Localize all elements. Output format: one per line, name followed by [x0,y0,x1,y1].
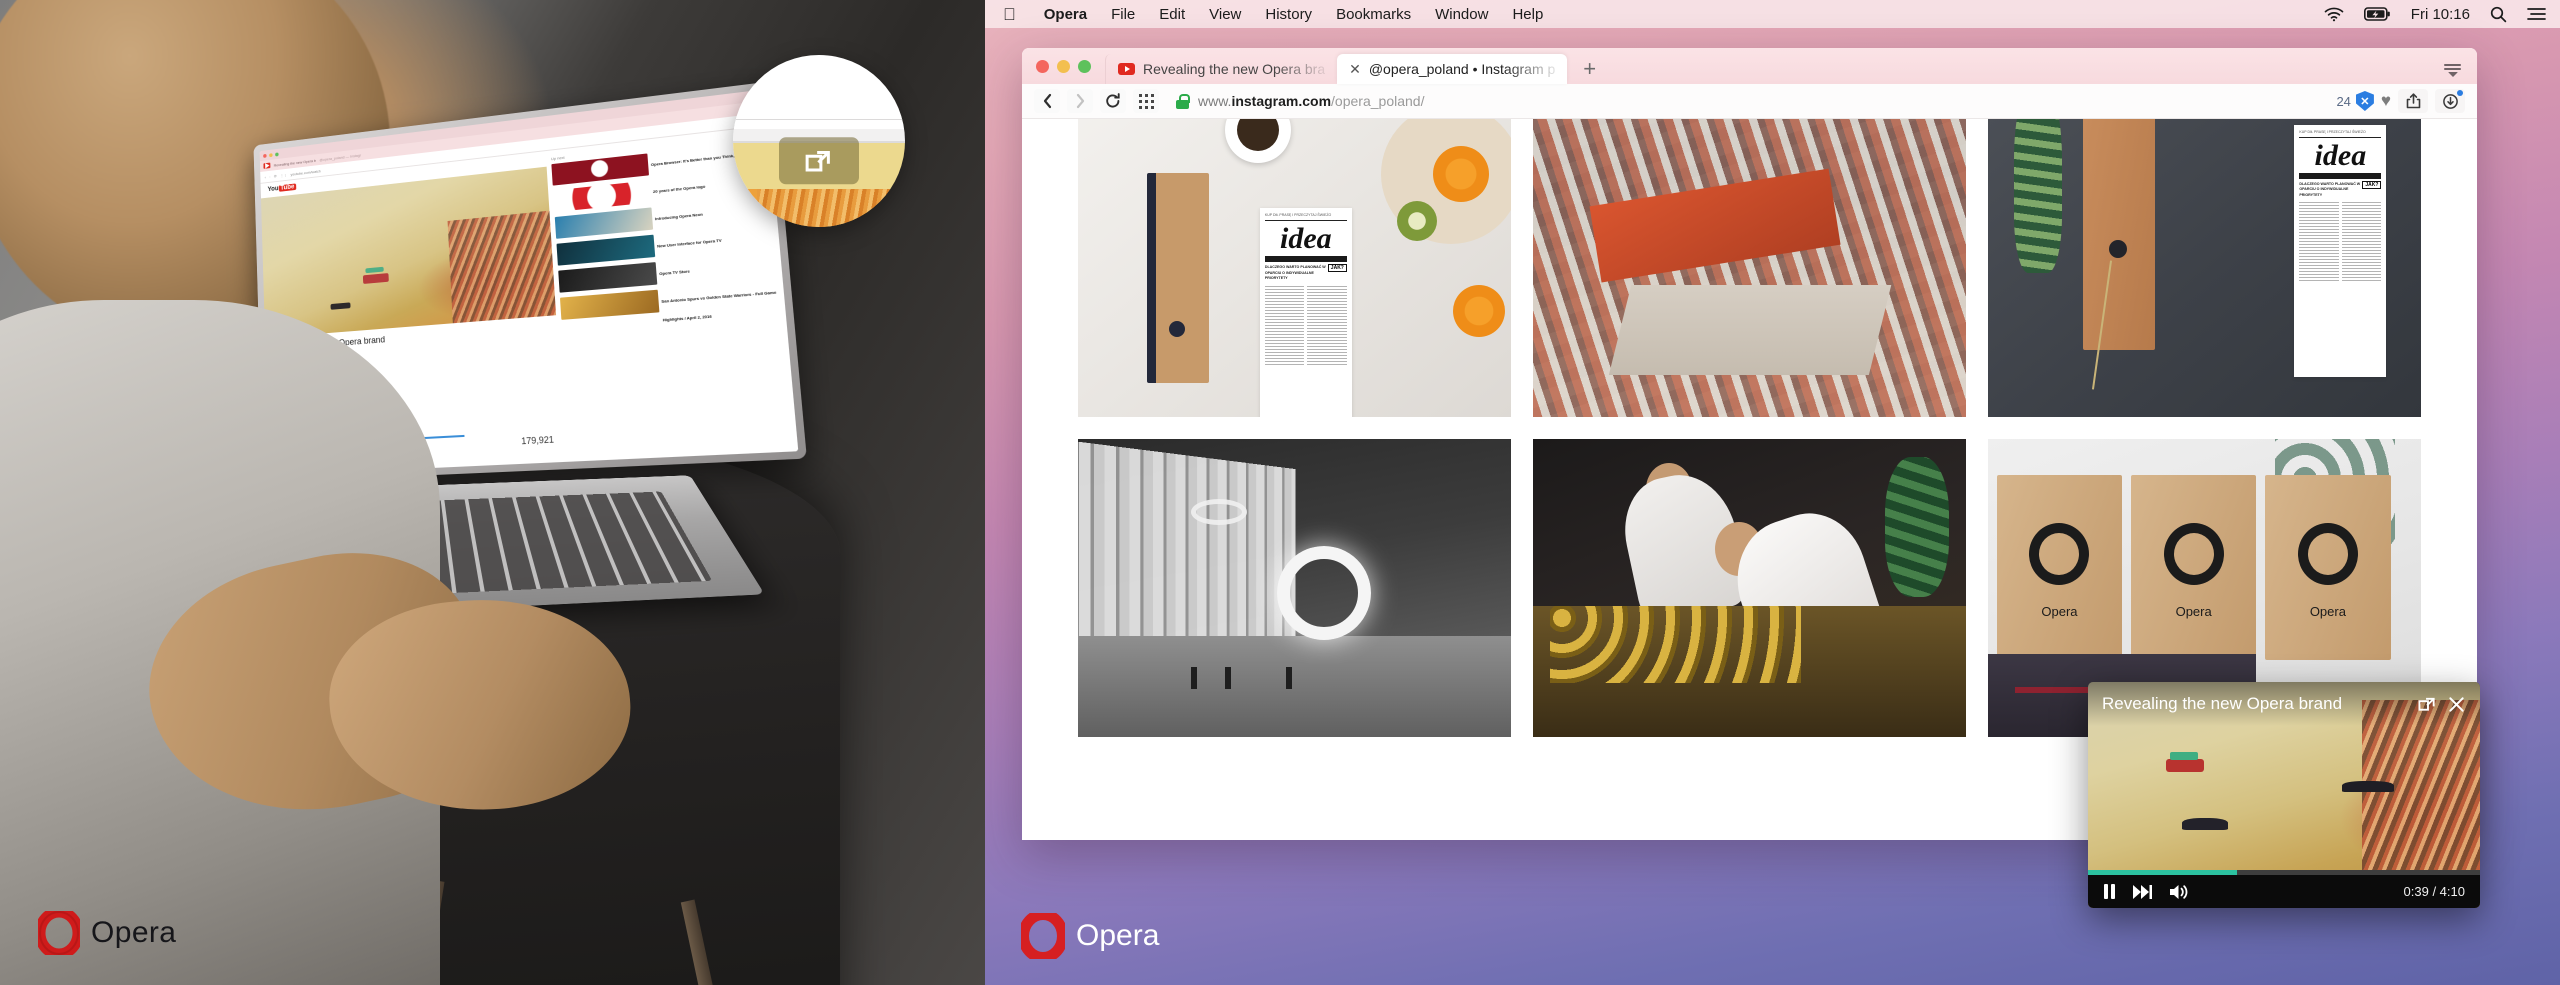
menu-bar:  Opera File Edit View History Bookmarks… [985,0,2560,28]
speed-dial-grid-icon[interactable] [1133,89,1159,113]
tab-youtube[interactable]: Revealing the new Opera bra [1105,54,1337,84]
maximize-window-button[interactable] [1078,60,1091,73]
grid-photo-night-building-opera-logo[interactable] [1078,439,1511,737]
back-button[interactable] [1034,89,1060,113]
browser-toolbar: www.instagram.com/opera_poland/ 24 ✕ ♥ [1022,84,2477,119]
tab-strip: Revealing the new Opera bra ✕ @opera_pol… [1022,48,2477,84]
download-button[interactable] [2435,89,2465,113]
lock-icon [1176,94,1189,109]
newspaper-idea: KUP DIŁ PRASĘ I PRZECZYTAJ ŚWIEŻO idea J… [2294,125,2386,377]
laptop-view-count: 179,921 [521,434,554,446]
menu-item-opera[interactable]: Opera [1044,6,1087,23]
tab-menu-icon[interactable] [2444,64,2461,77]
control-center-list-icon[interactable] [2527,7,2546,21]
youtube-icon [1118,63,1135,75]
grid-photo-aerial-wroclaw-market-square[interactable] [1533,119,1966,417]
instagram-photo-grid: KUP DIŁ PRASĘ I PRZECZYTAJ ŚWIEŻO idea J… [1078,119,2421,737]
reload-button[interactable] [1100,89,1126,113]
share-button[interactable] [2398,89,2428,113]
youtube-logo: YouTube [268,183,297,193]
next-track-icon[interactable] [2133,885,2152,899]
grid-photo-chefs-preparing-food[interactable] [1533,439,1966,737]
adblock-counter[interactable]: 24 ✕ [2336,91,2373,111]
window-traffic-lights [1036,48,1105,84]
video-popup-header: Revealing the new Opera brand [2088,682,2480,726]
popout-icon[interactable] [2418,695,2437,714]
tab-instagram[interactable]: ✕ @opera_poland • Instagram p [1337,54,1567,84]
laptop-photograph: Revealing the new Opera b @opera_poland … [0,0,985,985]
laptop-video-player [261,167,556,338]
minimize-window-button[interactable] [1057,60,1070,73]
heart-icon[interactable]: ♥ [2381,91,2391,111]
menu-item-help[interactable]: Help [1512,6,1543,23]
magnifier-callout [733,55,905,227]
tab-title: @opera_poland • Instagram p [1369,61,1555,77]
tab-title: Revealing the new Opera bra [1143,61,1325,77]
shield-x-icon: ✕ [2356,91,2374,111]
video-timecode: 0:39 / 4:10 [2404,884,2465,899]
laptop-url: youtube.com/watch [290,168,320,176]
opera-brand-lockup-desktop: Opera [1021,913,1159,959]
opera-logo [1021,913,1065,959]
close-window-button[interactable] [1036,60,1049,73]
close-icon[interactable] [2447,695,2466,714]
forward-button[interactable] [1067,89,1093,113]
video-controls: 0:39 / 4:10 [2088,875,2480,908]
menu-item-bookmarks[interactable]: Bookmarks [1336,6,1411,23]
volume-icon[interactable] [2169,884,2188,900]
close-icon[interactable]: ✕ [1349,61,1361,78]
apple-logo-icon[interactable]:  [1003,6,1016,23]
url-text: www.instagram.com/opera_poland/ [1198,93,1424,109]
menu-item-file[interactable]: File [1111,6,1135,23]
video-popout-player[interactable]: Revealing the new Opera brand [2088,682,2480,908]
opera-brand-lockup-photo: Opera [38,911,176,955]
search-icon[interactable] [2490,6,2507,23]
new-tab-button[interactable]: + [1567,54,1612,84]
grid-photo-dark-flatlay-notebook-idea[interactable]: KUP DIŁ PRASĘ I PRZECZYTAJ ŚWIEŻO idea J… [1988,119,2421,417]
menu-item-window[interactable]: Window [1435,6,1488,23]
video-title: Revealing the new Opera brand [2102,694,2408,714]
download-badge [2457,90,2463,96]
adblock-count: 24 [2336,94,2350,109]
battery-charging-icon[interactable] [2364,7,2391,21]
macos-desktop:  Opera File Edit View History Bookmarks… [985,0,2560,985]
address-bar[interactable]: www.instagram.com/opera_poland/ [1166,89,2329,113]
popout-video-icon [779,137,859,184]
wifi-icon[interactable] [2324,7,2344,22]
opera-wordmark: Opera [91,916,176,950]
menubar-clock[interactable]: Fri 10:16 [2411,6,2470,23]
newspaper-idea: KUP DIŁ PRASĘ I PRZECZYTAJ ŚWIEŻO idea J… [1260,208,1352,417]
opera-wordmark: Opera [1076,919,1159,953]
menu-item-edit[interactable]: Edit [1159,6,1185,23]
menu-item-history[interactable]: History [1265,6,1312,23]
pause-icon[interactable] [2103,884,2116,899]
grid-photo-flat-lay-coffee-idea[interactable]: KUP DIŁ PRASĘ I PRZECZYTAJ ŚWIEŻO idea J… [1078,119,1511,417]
menu-item-view[interactable]: View [1209,6,1241,23]
opera-logo [38,911,80,955]
